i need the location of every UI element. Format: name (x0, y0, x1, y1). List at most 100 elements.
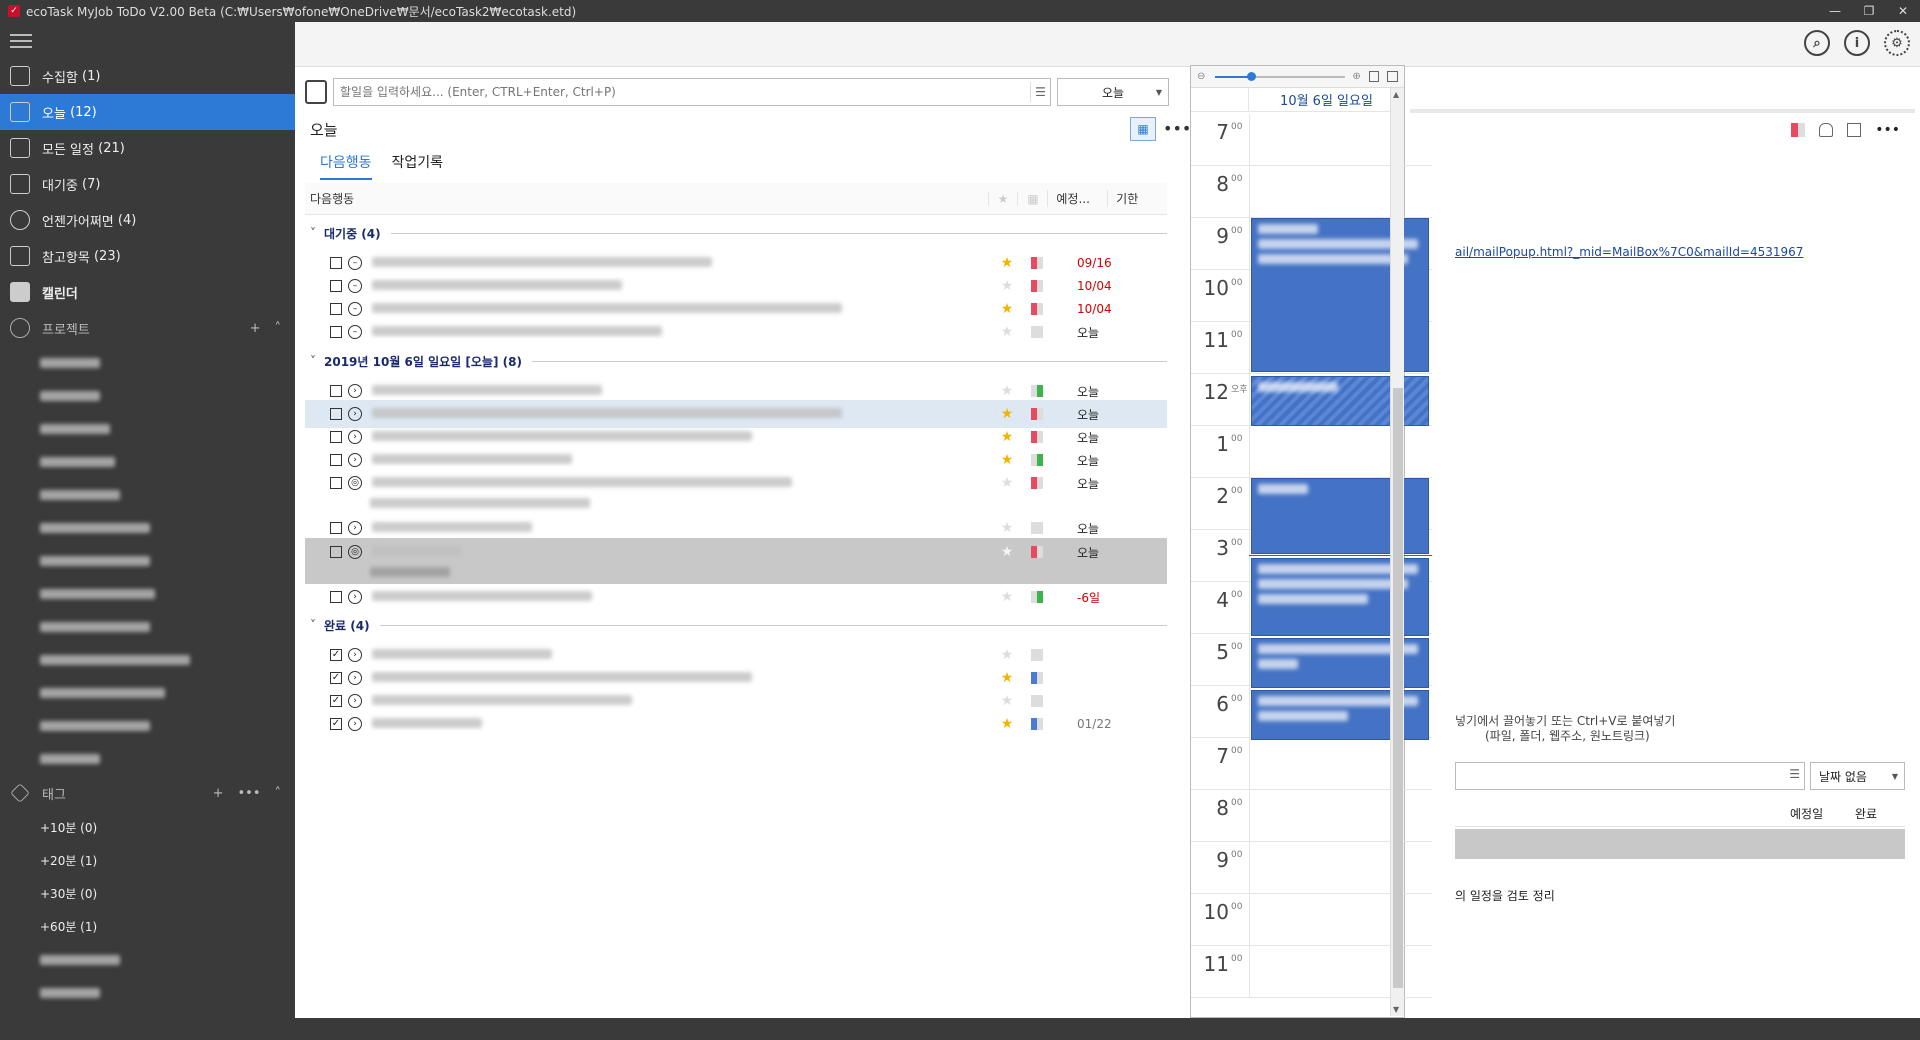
zoom-slider[interactable] (1205, 71, 1352, 82)
sidebar-item-calendar[interactable]: 캘린더 (0, 274, 295, 310)
tag-item[interactable]: +60분 (1) (0, 910, 295, 943)
projects-header[interactable]: 프로젝트 + ˄ (0, 310, 295, 346)
list-icon[interactable]: ☰ (1789, 767, 1800, 781)
task-checkbox[interactable] (330, 408, 342, 420)
mail-link[interactable]: ail/mailPopup.html?_mid=MailBox%7C0&mail… (1455, 245, 1803, 259)
bell-icon[interactable] (1819, 123, 1834, 137)
info-icon[interactable]: i (1844, 30, 1870, 56)
tag-item[interactable]: +10분 (0) (0, 811, 295, 844)
zoom-in-icon[interactable]: ⊕ (1352, 71, 1360, 82)
star-icon[interactable]: ★ (992, 544, 1022, 560)
project-item[interactable] (0, 709, 295, 742)
task-checkbox[interactable] (330, 326, 342, 338)
project-item[interactable] (0, 511, 295, 544)
star-icon[interactable]: ★ (992, 475, 1022, 491)
scroll-up-icon[interactable]: ▲ (1393, 90, 1399, 99)
hamburger-menu-icon[interactable] (0, 22, 295, 58)
group-header-waiting[interactable]: ˅ 대기중 (4) (310, 219, 1167, 247)
task-input[interactable] (340, 85, 1026, 99)
task-checkbox[interactable] (330, 280, 342, 292)
search-icon[interactable]: ⌕ (1804, 30, 1830, 56)
task-checkbox[interactable] (330, 385, 342, 397)
star-icon[interactable]: ★ (992, 647, 1022, 663)
task-checkbox-checked[interactable]: ✓ (330, 649, 342, 661)
priority-grid-icon[interactable] (1022, 431, 1052, 443)
priority-grid-icon[interactable] (1022, 591, 1052, 603)
star-icon[interactable]: ★ (992, 255, 1022, 271)
priority-grid-icon[interactable] (1022, 385, 1052, 397)
task-row[interactable]: › ★ -6일 (305, 583, 1167, 611)
column-scheduled[interactable]: 예정... (1047, 190, 1107, 207)
collapse-icon[interactable]: ˄ (275, 786, 282, 801)
subtask-row[interactable] (1455, 829, 1905, 859)
add-project-icon[interactable]: + (250, 321, 261, 336)
sidebar-item-someday[interactable]: 언젠가어쩌면 (4) (0, 202, 295, 238)
priority-grid-icon[interactable] (1022, 695, 1052, 707)
task-input-box[interactable]: ☰ (333, 78, 1051, 106)
tab-work-log[interactable]: 작업기록 (392, 152, 444, 180)
priority-grid-icon[interactable] (1022, 672, 1052, 684)
project-item[interactable] (0, 577, 295, 610)
day-view-icon[interactable] (1368, 71, 1380, 82)
sidebar-item-reference[interactable]: 참고항목 (23) (0, 238, 295, 274)
priority-grid-icon[interactable] (1022, 280, 1052, 292)
task-checkbox[interactable] (330, 477, 342, 489)
priority-grid-icon[interactable] (1791, 123, 1806, 137)
star-icon[interactable]: ★ (992, 278, 1022, 294)
week-view-icon[interactable] (1387, 71, 1398, 82)
priority-grid-icon[interactable] (1022, 408, 1052, 420)
star-icon[interactable]: ★ (992, 324, 1022, 340)
star-icon[interactable]: ★ (992, 589, 1022, 605)
more-icon[interactable]: ••• (1163, 119, 1191, 138)
column-due[interactable]: 기한 (1107, 190, 1167, 207)
scroll-down-icon[interactable]: ▼ (1393, 1005, 1399, 1014)
column-done[interactable]: 완료 (1855, 805, 1877, 822)
date-filter-select[interactable]: 오늘 ▼ (1057, 78, 1169, 106)
task-checkbox[interactable] (330, 431, 342, 443)
tag-item[interactable] (0, 976, 295, 1009)
project-item[interactable] (0, 412, 295, 445)
list-icon[interactable]: ☰ (1030, 82, 1050, 102)
priority-grid-icon[interactable] (1022, 257, 1052, 269)
task-row[interactable]: – ★ 오늘 (305, 318, 1167, 346)
task-checkbox-checked[interactable]: ✓ (330, 718, 342, 730)
restore-button[interactable]: ❐ (1852, 4, 1886, 18)
task-checkbox[interactable] (330, 546, 342, 558)
collapse-icon[interactable]: ˄ (275, 321, 282, 336)
star-column-icon[interactable]: ★ (987, 191, 1018, 206)
calendar-scrollbar[interactable]: ▲ ▼ (1390, 88, 1404, 1016)
grid-column-icon[interactable]: ▦ (1017, 191, 1047, 206)
star-icon[interactable]: ★ (992, 301, 1022, 317)
project-item[interactable] (0, 445, 295, 478)
priority-grid-icon[interactable] (1022, 326, 1052, 338)
add-tag-icon[interactable]: + (213, 786, 224, 801)
group-header-done[interactable]: ˅ 완료 (4) (310, 611, 1167, 639)
subtask-input[interactable]: ☰ (1455, 762, 1805, 790)
task-checkbox[interactable] (330, 454, 342, 466)
task-row[interactable]: ✓ › ★ 01/22 (305, 710, 1167, 738)
star-icon[interactable]: ★ (992, 406, 1022, 422)
project-item[interactable] (0, 643, 295, 676)
task-checkbox[interactable] (330, 522, 342, 534)
star-icon[interactable]: ★ (992, 670, 1022, 686)
priority-grid-icon[interactable] (1022, 454, 1052, 466)
priority-grid-icon[interactable] (1022, 477, 1052, 489)
star-icon[interactable]: ★ (992, 693, 1022, 709)
project-item[interactable] (0, 676, 295, 709)
tab-next-actions[interactable]: 다음행동 (320, 152, 372, 180)
priority-grid-icon[interactable] (1022, 546, 1052, 558)
tags-header[interactable]: 태그 + ••• ˄ (0, 775, 295, 811)
priority-grid-icon[interactable] (1022, 303, 1052, 315)
project-item[interactable] (0, 544, 295, 577)
task-checkbox[interactable] (330, 303, 342, 315)
column-scheduled[interactable]: 예정일 (1790, 805, 1823, 822)
note-icon[interactable] (1847, 123, 1862, 137)
task-checkbox[interactable] (330, 591, 342, 603)
sidebar-item-all-schedules[interactable]: 모든 일정 (21) (0, 130, 295, 166)
priority-grid-icon[interactable] (1022, 649, 1052, 661)
priority-grid-icon[interactable] (1022, 718, 1052, 730)
star-icon[interactable]: ★ (992, 383, 1022, 399)
group-header-today[interactable]: ˅ 2019년 10월 6일 일요일 [오늘] (8) (310, 347, 1167, 375)
project-item[interactable] (0, 346, 295, 379)
star-icon[interactable]: ★ (992, 429, 1022, 445)
